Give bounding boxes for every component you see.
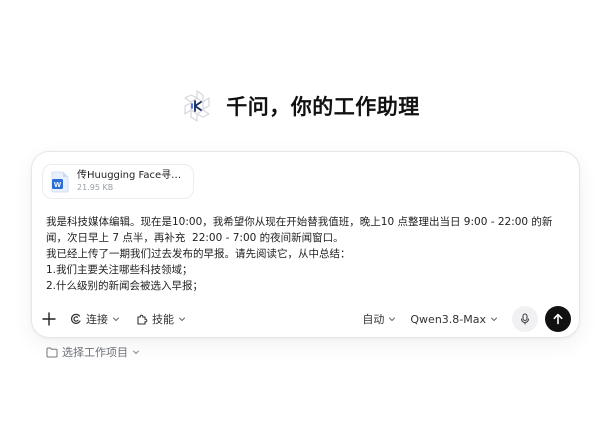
- folder-icon: [46, 347, 58, 357]
- select-project-button[interactable]: 选择工作项目: [46, 344, 140, 360]
- send-button[interactable]: [545, 306, 571, 332]
- chevron-down-icon: [113, 317, 119, 321]
- word-icon: W: [51, 171, 69, 192]
- model-select[interactable]: Qwen3.8-Max: [410, 313, 498, 326]
- message-line: 我是科技媒体编辑。现在是10:00，我希望你从现在开始替我值班，晚上10 点整理…: [46, 216, 553, 244]
- attachment-file-size: 21.95 KB: [77, 183, 114, 192]
- hero-header: 千问，你的工作助理: [0, 86, 600, 126]
- plus-icon: [42, 312, 56, 326]
- skills-label: 技能: [152, 313, 174, 326]
- chat-home-page: 千问，你的工作助理 W 传Huugging Face寻求出... 21.95 K…: [0, 0, 600, 424]
- chat-composer: W 传Huugging Face寻求出... 21.95 KB 我是科技媒体编辑…: [31, 151, 580, 338]
- voice-input-button[interactable]: [512, 306, 538, 332]
- mode-label: 自动: [362, 313, 385, 326]
- message-line: 2.什么级别的新闻会被选入早报；: [46, 280, 204, 292]
- connect-label: 连接: [86, 313, 108, 326]
- attachment-meta: 传Huugging Face寻求出... 21.95 KB: [77, 169, 189, 194]
- chevron-down-icon: [133, 350, 139, 354]
- microphone-icon: [520, 313, 530, 325]
- connect-icon: [70, 313, 81, 324]
- chevron-down-icon: [491, 317, 497, 321]
- connect-button[interactable]: 连接: [70, 311, 120, 327]
- attachment-file-name: 传Huugging Face寻求出...: [77, 170, 189, 181]
- puzzle-icon: [137, 314, 148, 325]
- qianwen-logo-icon: [184, 90, 210, 122]
- arrow-up-icon: [553, 313, 563, 325]
- page-title: 千问，你的工作助理: [226, 95, 420, 119]
- add-button[interactable]: [42, 312, 56, 326]
- message-input[interactable]: 我是科技媒体编辑。现在是10:00，我希望你从现在开始替我值班，晚上10 点整理…: [46, 214, 568, 294]
- chevron-down-icon: [389, 317, 396, 321]
- chevron-down-icon: [179, 317, 185, 321]
- message-line: 我已经上传了一期我们过去发布的早报。请先阅读它，从中总结：: [46, 248, 351, 260]
- skills-button[interactable]: 技能: [136, 311, 186, 327]
- message-line: 1.我们主要关注哪些科技领域；: [46, 264, 193, 276]
- model-label: Qwen3.8-Max: [410, 312, 486, 326]
- mode-select[interactable]: 自动: [362, 311, 396, 327]
- svg-text:W: W: [54, 180, 62, 189]
- project-label: 选择工作项目: [62, 346, 128, 359]
- composer-toolbar: 连接 技能 自动 Qwen3.8-Max: [42, 306, 571, 332]
- attachment-chip[interactable]: W 传Huugging Face寻求出... 21.95 KB: [42, 164, 194, 199]
